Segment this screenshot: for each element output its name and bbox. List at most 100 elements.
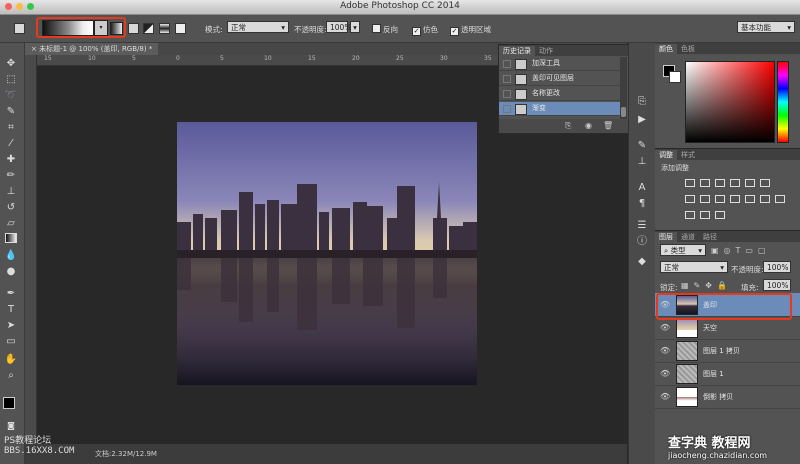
character-panel-icon[interactable]: A xyxy=(635,181,649,195)
lock-icons[interactable]: ▦✎✥🔒 xyxy=(681,281,732,290)
history-source-checkbox[interactable] xyxy=(503,105,511,113)
zoom-tool-icon[interactable]: ⌕ xyxy=(4,369,18,383)
history-source-checkbox[interactable] xyxy=(503,90,511,98)
blend-mode-select[interactable]: 正常 ▾ xyxy=(660,261,728,273)
dodge-tool-icon[interactable]: ● xyxy=(4,265,18,279)
layer-opacity-field[interactable]: 100% xyxy=(763,261,791,273)
threshold-icon[interactable] xyxy=(685,211,695,219)
layer-filter-icons[interactable]: ▣◎T▭▢ xyxy=(711,246,771,255)
eraser-tool-icon[interactable]: ▱ xyxy=(4,217,18,231)
fill-field[interactable]: 100% xyxy=(763,279,791,291)
history-item[interactable]: 加深工具 xyxy=(499,57,620,71)
pen-tool-icon[interactable]: ✒ xyxy=(4,287,18,301)
transparency-checkbox[interactable]: ✓ xyxy=(450,27,459,36)
reverse-checkbox[interactable] xyxy=(372,24,381,33)
lasso-tool-icon[interactable]: ➰ xyxy=(4,89,18,103)
tab-paths[interactable]: 路径 xyxy=(699,232,721,242)
channel-mixer-icon[interactable] xyxy=(730,195,740,203)
reverse-option[interactable]: 反向 xyxy=(372,24,398,35)
levels-icon[interactable] xyxy=(700,179,710,187)
history-item[interactable]: 盖印可见图层 xyxy=(499,72,620,86)
workspace-select[interactable]: 基本功能 ▾ xyxy=(737,21,795,33)
tab-color[interactable]: 颜色 xyxy=(655,44,677,54)
angle-gradient-icon[interactable] xyxy=(143,23,154,34)
hue-slider[interactable] xyxy=(777,61,789,143)
visibility-eye-icon[interactable]: 👁 xyxy=(660,369,670,378)
exposure-icon[interactable] xyxy=(730,179,740,187)
background-color-swatch[interactable] xyxy=(669,71,681,83)
tab-styles[interactable]: 样式 xyxy=(677,150,699,160)
type-tool-icon[interactable]: T xyxy=(4,303,18,317)
visibility-eye-icon[interactable]: 👁 xyxy=(660,346,670,355)
selective-color-icon[interactable] xyxy=(715,211,725,219)
mode-select[interactable]: 正常 ▾ xyxy=(227,21,289,33)
brush-tool-icon[interactable]: ✏ xyxy=(4,169,18,183)
marquee-tool-icon[interactable]: ⬚ xyxy=(4,73,18,87)
gradient-tool-preset-icon[interactable] xyxy=(14,23,25,34)
photo-filter-icon[interactable] xyxy=(715,195,725,203)
new-document-from-state-icon[interactable]: ⎘ xyxy=(565,121,571,131)
curves-icon[interactable] xyxy=(715,179,725,187)
dither-checkbox[interactable]: ✓ xyxy=(412,27,421,36)
quick-select-tool-icon[interactable]: ✎ xyxy=(4,105,18,119)
posterize-icon[interactable] xyxy=(775,195,785,203)
eyedropper-tool-icon[interactable]: ⁄ xyxy=(4,137,18,151)
layer-filter-select[interactable]: ⌕ 类型 ▾ xyxy=(660,244,706,256)
dither-option[interactable]: ✓ 仿色 xyxy=(412,24,438,36)
hue-saturation-icon[interactable] xyxy=(760,179,770,187)
vibrance-icon[interactable] xyxy=(745,179,755,187)
path-select-tool-icon[interactable]: ➤ xyxy=(4,319,18,333)
reflected-gradient-icon[interactable] xyxy=(159,23,170,34)
opacity-field[interactable]: 100% xyxy=(326,21,351,33)
camera-icon[interactable]: ◉ xyxy=(585,121,592,130)
quick-mask-icon[interactable]: ◙ xyxy=(4,419,18,433)
history-scrollbar[interactable] xyxy=(620,57,627,119)
gradient-map-icon[interactable] xyxy=(700,211,710,219)
color-lookup-icon[interactable] xyxy=(745,195,755,203)
actions-panel-icon[interactable]: ▶ xyxy=(635,113,649,127)
layer-row[interactable]: 👁 图层 1 xyxy=(655,362,800,386)
hand-tool-icon[interactable]: ✋ xyxy=(4,353,18,367)
transparency-option[interactable]: ✓ 透明区域 xyxy=(450,24,491,36)
history-panel-icon[interactable]: ⎘ xyxy=(635,95,649,109)
clone-stamp-tool-icon[interactable]: ⊥ xyxy=(4,185,18,199)
paragraph-panel-icon[interactable]: ¶ xyxy=(635,197,649,211)
info-panel-icon[interactable]: ⓘ xyxy=(635,235,649,249)
history-source-checkbox[interactable] xyxy=(503,75,511,83)
layer-row[interactable]: 👁 倒影 拷贝 xyxy=(655,385,800,409)
invert-icon[interactable] xyxy=(760,195,770,203)
history-item[interactable]: 渐变 xyxy=(499,102,620,116)
layer-row[interactable]: 👁 图层 1 拷贝 xyxy=(655,339,800,363)
rectangle-tool-icon[interactable]: ▭ xyxy=(4,335,18,349)
document-image[interactable] xyxy=(177,122,477,385)
history-item[interactable]: 名称更改 xyxy=(499,87,620,101)
history-brush-tool-icon[interactable]: ↺ xyxy=(4,201,18,215)
tab-history[interactable]: 历史记录 xyxy=(499,46,535,56)
document-tab[interactable]: × 未标题-1 @ 100% (盖印, RGB/8) * xyxy=(25,43,159,55)
healing-brush-tool-icon[interactable]: ✚ xyxy=(4,153,18,167)
blur-tool-icon[interactable]: 💧 xyxy=(4,249,18,263)
visibility-eye-icon[interactable]: 👁 xyxy=(660,392,670,401)
tab-layers[interactable]: 图层 xyxy=(655,232,677,242)
history-source-checkbox[interactable] xyxy=(503,60,511,68)
opacity-dropdown-icon[interactable]: ▾ xyxy=(350,21,360,33)
trash-icon[interactable]: 🗑 xyxy=(603,121,613,130)
brightness-contrast-icon[interactable] xyxy=(685,179,695,187)
clone-source-icon[interactable]: ⊥ xyxy=(635,155,649,169)
color-balance-icon[interactable] xyxy=(685,195,695,203)
brush-panel-icon[interactable]: ✎ xyxy=(635,139,649,153)
properties-panel-icon[interactable]: ☰ xyxy=(635,219,649,233)
tab-channels[interactable]: 通道 xyxy=(677,232,699,242)
tab-actions[interactable]: 动作 xyxy=(535,46,557,56)
3d-panel-icon[interactable]: ◆ xyxy=(635,255,649,269)
foreground-color-swatch[interactable] xyxy=(3,397,15,409)
gradient-tool-icon[interactable] xyxy=(4,233,18,247)
crop-tool-icon[interactable]: ⌗ xyxy=(4,121,18,135)
move-tool-icon[interactable]: ✥ xyxy=(4,57,18,71)
black-white-icon[interactable] xyxy=(700,195,710,203)
radial-gradient-icon[interactable] xyxy=(128,23,139,34)
color-field[interactable] xyxy=(685,61,775,143)
tab-adjustments[interactable]: 调整 xyxy=(655,150,677,160)
tab-swatches[interactable]: 色板 xyxy=(677,44,699,54)
visibility-eye-icon[interactable]: 👁 xyxy=(660,323,670,332)
